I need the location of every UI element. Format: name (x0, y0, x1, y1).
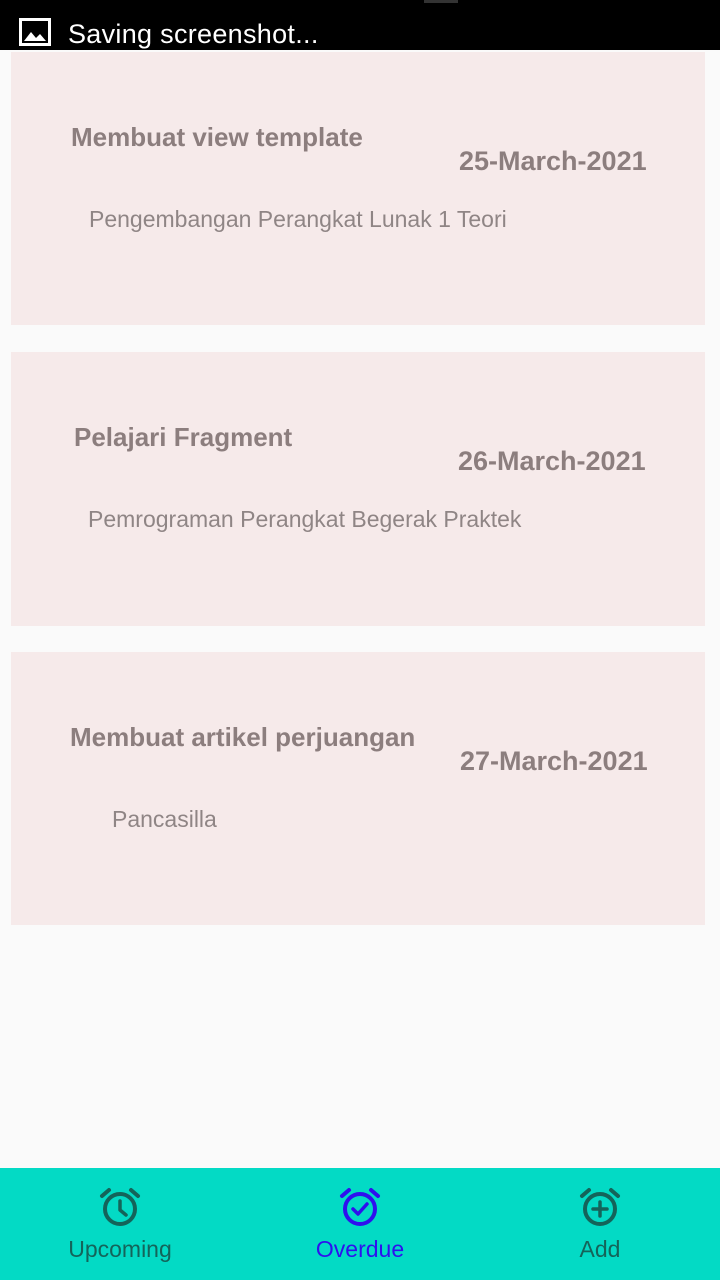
status-notification-text: Saving screenshot... (68, 19, 319, 49)
task-card[interactable]: Membuat view template 25-March-2021 Peng… (11, 52, 705, 325)
status-bar-handle (424, 0, 458, 3)
status-bar: Saving screenshot... (0, 0, 720, 50)
nav-label-overdue: Overdue (315, 1236, 405, 1262)
nav-label-add: Add (579, 1236, 621, 1262)
nav-item-overdue[interactable]: Overdue (240, 1168, 480, 1280)
nav-label-upcoming: Upcoming (68, 1236, 172, 1262)
bottom-navigation: Upcoming Overdue Add (0, 1168, 720, 1280)
task-subject: Pengembangan Perangkat Lunak 1 Teori (89, 206, 507, 232)
task-due-date: 25-March-2021 (459, 146, 647, 176)
nav-item-upcoming[interactable]: Upcoming (0, 1168, 240, 1280)
task-subject: Pemrograman Perangkat Begerak Praktek (88, 506, 522, 532)
alarm-clock-icon (100, 1188, 140, 1226)
task-card[interactable]: Membuat artikel perjuangan 27-March-2021… (11, 652, 705, 925)
task-title: Membuat view template (71, 122, 363, 152)
task-title: Membuat artikel perjuangan (70, 722, 416, 752)
image-icon (19, 18, 51, 46)
task-card[interactable]: Pelajari Fragment 26-March-2021 Pemrogra… (11, 352, 705, 626)
task-due-date: 26-March-2021 (458, 446, 646, 476)
nav-item-add[interactable]: Add (480, 1168, 720, 1280)
task-title: Pelajari Fragment (74, 422, 293, 452)
task-subject: Pancasilla (112, 806, 217, 832)
task-due-date: 27-March-2021 (460, 746, 648, 776)
alarm-check-icon (340, 1188, 380, 1226)
alarm-add-icon (580, 1188, 620, 1226)
